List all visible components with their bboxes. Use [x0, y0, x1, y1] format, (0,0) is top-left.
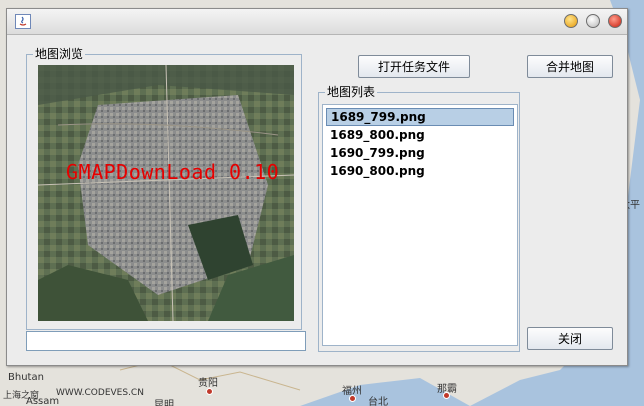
merge-map-button[interactable]: 合并地图	[527, 55, 613, 78]
java-app-icon	[15, 14, 31, 29]
maximize-button[interactable]	[586, 14, 600, 28]
list-item[interactable]: 1689_799.png	[326, 108, 514, 126]
bg-watermark-url: WWW.CODEVES.CN	[56, 388, 144, 398]
map-list-group-label: 地图列表	[325, 85, 378, 99]
map-list[interactable]: 1689_799.png 1689_800.png 1690_799.png 1…	[322, 104, 518, 346]
bg-watermark-cn: 上海之窗	[3, 391, 40, 401]
list-item[interactable]: 1689_800.png	[326, 126, 514, 144]
title-bar[interactable]	[7, 9, 627, 35]
close-window-button[interactable]	[608, 14, 622, 28]
bg-label-kunming: 昆明	[154, 400, 174, 406]
open-task-file-button[interactable]: 打开任务文件	[358, 55, 470, 78]
bg-city-dot	[206, 388, 213, 395]
overlay-watermark-text: GMAPDownLoad 0.10	[66, 160, 280, 184]
bg-label-guiyang: 贵阳	[198, 378, 218, 389]
bg-label-taipei: 台北	[368, 397, 388, 406]
bg-city-dot	[443, 392, 450, 399]
bg-label-bhutan: Bhutan	[8, 372, 44, 383]
minimize-button[interactable]	[564, 14, 578, 28]
close-button[interactable]: 关闭	[527, 327, 613, 350]
map-preview-group-label: 地图浏览	[33, 47, 86, 61]
list-item[interactable]: 1690_800.png	[326, 162, 514, 180]
progress-bar	[26, 331, 306, 351]
list-item[interactable]: 1690_799.png	[326, 144, 514, 162]
bg-city-dot	[349, 395, 356, 402]
map-preview-image	[38, 65, 294, 321]
